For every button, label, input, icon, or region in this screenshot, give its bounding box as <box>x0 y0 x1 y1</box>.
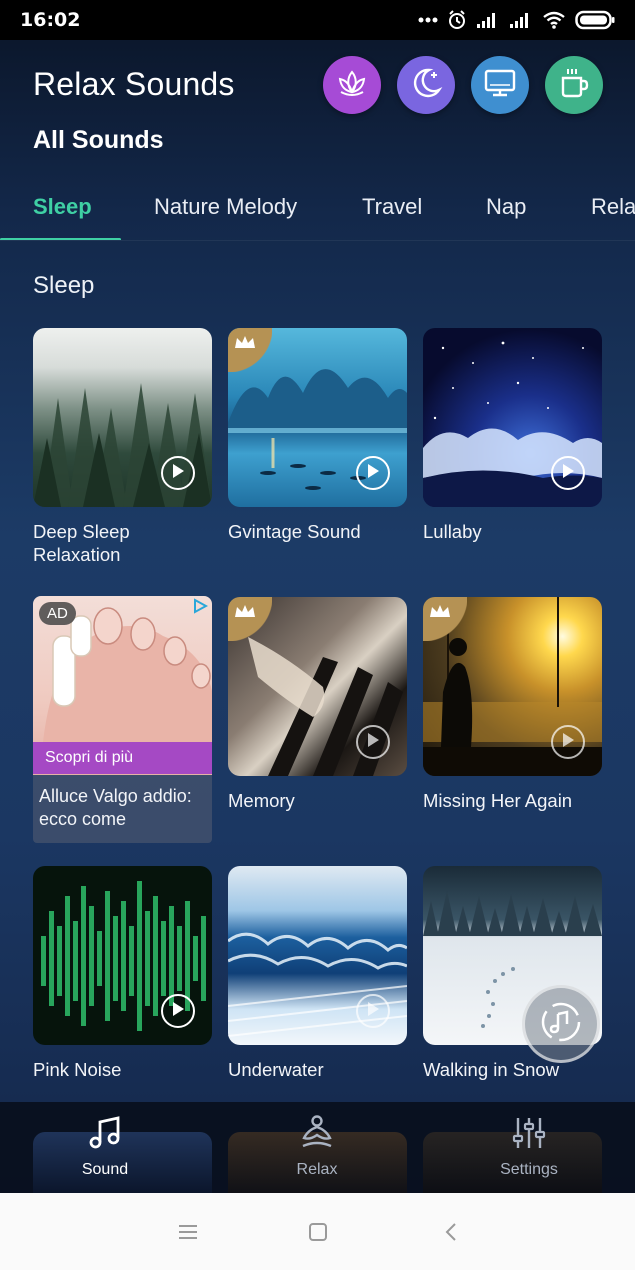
ad-badge: AD <box>39 602 76 625</box>
sound-title: Walking in Snow <box>423 1059 560 1080</box>
play-icon <box>171 1001 185 1022</box>
sound-thumbnail <box>33 328 212 507</box>
sound-title: Underwater <box>228 1059 324 1080</box>
play-button[interactable] <box>356 456 390 490</box>
sound-card-lullaby[interactable]: Lullaby <box>423 328 602 543</box>
play-button[interactable] <box>161 994 195 1028</box>
nav-label: Settings <box>500 1161 558 1178</box>
sound-title: Deep Sleep Relaxation <box>33 521 130 565</box>
coffee-button[interactable] <box>545 56 603 114</box>
app-screen: 16:02 Relax Sounds All Sounds Sleep Natu… <box>0 0 635 1193</box>
night-button[interactable] <box>397 56 455 114</box>
sound-thumbnail <box>33 866 212 1045</box>
sound-thumbnail <box>423 328 602 507</box>
play-button[interactable] <box>551 456 585 490</box>
ad-choices-icon[interactable] <box>192 598 209 619</box>
nav-label: Relax <box>296 1161 338 1178</box>
sound-thumbnail <box>423 597 602 776</box>
meditation-icon <box>298 1115 336 1156</box>
ad-image: AD Scopri di più <box>33 596 212 775</box>
ad-text: Alluce Valgo addio: ecco come <box>33 775 212 843</box>
sound-card-deep-sleep[interactable]: Deep Sleep Relaxation <box>33 328 212 566</box>
play-icon <box>366 732 380 753</box>
system-navigation-bar <box>0 1193 635 1270</box>
moon-icon <box>409 66 443 105</box>
sound-card-memory[interactable]: Memory <box>228 597 407 812</box>
signal-icon <box>509 11 533 29</box>
premium-badge <box>228 328 272 372</box>
play-icon <box>561 732 575 753</box>
bottom-navigation: Sound Relax Settings <box>0 1102 635 1193</box>
ad-card[interactable]: AD Scopri di più Alluce Valgo addio: ecc… <box>33 596 212 843</box>
lotus-icon <box>335 68 369 103</box>
premium-badge <box>423 597 467 641</box>
page-subtitle: All Sounds <box>33 126 164 154</box>
nav-sound[interactable]: Sound <box>45 1114 165 1179</box>
lotus-button[interactable] <box>323 56 381 114</box>
crown-icon <box>234 603 256 624</box>
sound-card-pink-noise[interactable]: Pink Noise <box>33 866 212 1081</box>
play-button[interactable] <box>161 456 195 490</box>
back-icon[interactable] <box>438 1220 464 1244</box>
tab-nap[interactable]: Nap <box>486 194 526 220</box>
sound-card-underwater[interactable]: Underwater <box>228 866 407 1081</box>
alarm-icon <box>447 10 467 30</box>
play-button[interactable] <box>356 725 390 759</box>
tabs-divider <box>0 240 635 241</box>
sound-title: Pink Noise <box>33 1059 122 1080</box>
play-icon <box>366 463 380 484</box>
tab-nature-melody[interactable]: Nature Melody <box>154 194 297 220</box>
tab-relax[interactable]: Relax <box>591 194 635 220</box>
header-actions <box>323 56 603 114</box>
status-bar: 16:02 <box>0 0 635 40</box>
sliders-icon <box>510 1118 548 1156</box>
play-button[interactable] <box>551 725 585 759</box>
play-icon <box>366 1001 380 1022</box>
signal-icon <box>476 11 500 29</box>
sound-card-missing-her[interactable]: Missing Her Again <box>423 597 602 812</box>
tab-travel[interactable]: Travel <box>362 194 422 220</box>
menu-icon[interactable] <box>175 1220 201 1244</box>
section-title: Sleep <box>33 272 95 299</box>
home-icon[interactable] <box>305 1220 331 1244</box>
music-disc-icon <box>539 1000 583 1049</box>
status-icons <box>418 10 615 30</box>
ad-cta-button[interactable]: Scopri di più <box>33 742 212 774</box>
sound-title: Lullaby <box>423 521 482 542</box>
sound-title: Memory <box>228 790 295 811</box>
play-button[interactable] <box>356 994 390 1028</box>
nav-settings[interactable]: Settings <box>469 1114 589 1179</box>
app-title: Relax Sounds <box>33 66 235 102</box>
premium-badge <box>228 597 272 641</box>
nav-relax[interactable]: Relax <box>257 1114 377 1179</box>
battery-icon <box>575 10 615 30</box>
sound-card-gvintage[interactable]: Gvintage Sound <box>228 328 407 543</box>
sound-thumbnail <box>228 866 407 1045</box>
category-tabs: Sleep Nature Melody Travel Nap Relax <box>0 182 635 240</box>
monitor-icon <box>483 67 517 104</box>
crown-icon <box>234 334 256 355</box>
play-icon <box>171 463 185 484</box>
coffee-cup-icon <box>557 66 591 105</box>
screen-button[interactable] <box>471 56 529 114</box>
play-icon <box>561 463 575 484</box>
sound-title: Gvintage Sound <box>228 521 361 542</box>
music-note-icon <box>86 1116 124 1156</box>
crown-icon <box>429 603 451 624</box>
sound-title: Missing Her Again <box>423 790 573 811</box>
tab-sleep[interactable]: Sleep <box>33 194 92 220</box>
sound-thumbnail <box>228 597 407 776</box>
nav-label: Sound <box>81 1161 129 1178</box>
now-playing-button[interactable] <box>522 985 600 1063</box>
sound-thumbnail <box>228 328 407 507</box>
more-dots-icon <box>418 17 438 23</box>
wifi-icon <box>542 11 566 29</box>
app-header: Relax Sounds <box>33 66 235 103</box>
status-time: 16:02 <box>20 9 81 31</box>
